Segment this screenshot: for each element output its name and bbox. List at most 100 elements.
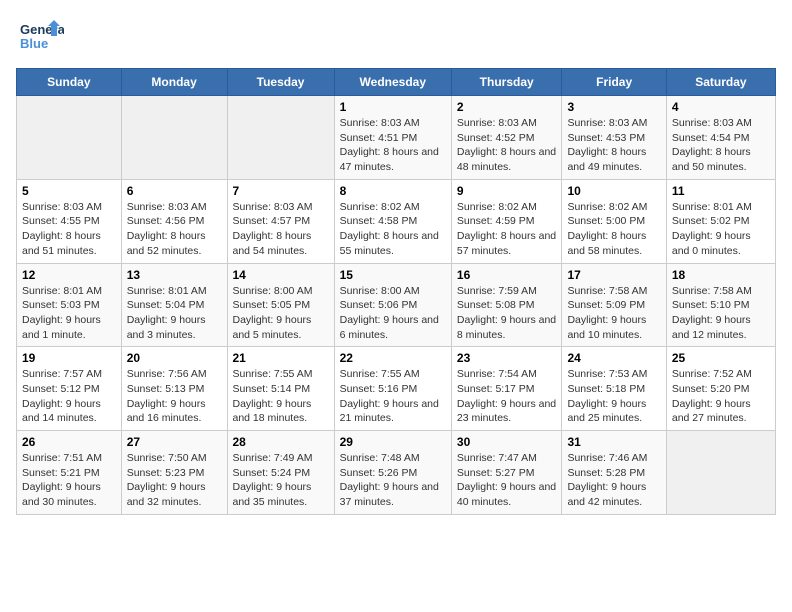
- day-info: Sunrise: 8:00 AMSunset: 5:05 PMDaylight:…: [233, 284, 329, 343]
- calendar-cell: 18 Sunrise: 7:58 AMSunset: 5:10 PMDayligh…: [666, 263, 775, 347]
- logo-inner: General Blue: [16, 16, 64, 56]
- day-header-monday: Monday: [121, 69, 227, 96]
- calendar-cell: 28Sunrise: 7:49 AMSunset: 5:24 PMDayligh…: [227, 431, 334, 515]
- day-header-wednesday: Wednesday: [334, 69, 451, 96]
- calendar-cell: [121, 96, 227, 180]
- day-info: Sunrise: 7:56 AMSunset: 5:13 PMDaylight:…: [127, 367, 222, 426]
- day-info: Sunrise: 8:01 AMSunset: 5:02 PMDaylight:…: [672, 200, 770, 259]
- calendar-cell: 20 Sunrise: 7:56 AMSunset: 5:13 PMDayligh…: [121, 347, 227, 431]
- week-row-0: 1 Sunrise: 8:03 AMSunset: 4:51 PMDaylight…: [17, 96, 776, 180]
- day-header-row: SundayMondayTuesdayWednesdayThursdayFrid…: [17, 69, 776, 96]
- week-row-2: 12 Sunrise: 8:01 AMSunset: 5:03 PMDayligh…: [17, 263, 776, 347]
- day-info: Sunrise: 8:00 AMSunset: 5:06 PMDaylight:…: [340, 284, 446, 343]
- day-number: 11: [672, 184, 770, 198]
- day-number: 25: [672, 351, 770, 365]
- calendar-header: SundayMondayTuesdayWednesdayThursdayFrid…: [17, 69, 776, 96]
- calendar-cell: 10 Sunrise: 8:02 AMSunset: 5:00 PMDayligh…: [562, 179, 666, 263]
- calendar-body: 1 Sunrise: 8:03 AMSunset: 4:51 PMDaylight…: [17, 96, 776, 515]
- day-info: Sunrise: 7:58 AMSunset: 5:09 PMDaylight:…: [567, 284, 660, 343]
- svg-text:Blue: Blue: [20, 36, 48, 51]
- day-number: 9: [457, 184, 557, 198]
- calendar-cell: 17 Sunrise: 7:58 AMSunset: 5:09 PMDayligh…: [562, 263, 666, 347]
- day-number: 13: [127, 268, 222, 282]
- day-number: 24: [567, 351, 660, 365]
- day-number: 29: [340, 435, 446, 449]
- calendar-cell: 29 Sunrise: 7:48 AMSunset: 5:26 PMDayligh…: [334, 431, 451, 515]
- calendar-cell: 8Sunrise: 8:02 AMSunset: 4:58 PMDaylight…: [334, 179, 451, 263]
- day-header-saturday: Saturday: [666, 69, 775, 96]
- day-info: Sunrise: 7:54 AMSunset: 5:17 PMDaylight:…: [457, 367, 557, 426]
- calendar-cell: 26 Sunrise: 7:51 AMSunset: 5:21 PMDayligh…: [17, 431, 122, 515]
- day-number: 15: [340, 268, 446, 282]
- calendar-cell: 25 Sunrise: 7:52 AMSunset: 5:20 PMDayligh…: [666, 347, 775, 431]
- day-info: Sunrise: 7:50 AMSunset: 5:23 PMDaylight:…: [127, 451, 222, 510]
- calendar-table: SundayMondayTuesdayWednesdayThursdayFrid…: [16, 68, 776, 515]
- calendar-cell: 15 Sunrise: 8:00 AMSunset: 5:06 PMDayligh…: [334, 263, 451, 347]
- day-number: 16: [457, 268, 557, 282]
- day-number: 20: [127, 351, 222, 365]
- week-row-4: 26 Sunrise: 7:51 AMSunset: 5:21 PMDayligh…: [17, 431, 776, 515]
- day-number: 18: [672, 268, 770, 282]
- calendar-cell: 30Sunrise: 7:47 AMSunset: 5:27 PMDayligh…: [451, 431, 562, 515]
- day-info: Sunrise: 7:57 AMSunset: 5:12 PMDaylight:…: [22, 367, 116, 426]
- day-info: Sunrise: 7:52 AMSunset: 5:20 PMDaylight:…: [672, 367, 770, 426]
- calendar-cell: 13 Sunrise: 8:01 AMSunset: 5:04 PMDayligh…: [121, 263, 227, 347]
- day-header-sunday: Sunday: [17, 69, 122, 96]
- logo-svg: General Blue: [16, 16, 64, 56]
- day-number: 12: [22, 268, 116, 282]
- day-info: Sunrise: 8:03 AMSunset: 4:56 PMDaylight:…: [127, 200, 222, 259]
- day-number: 17: [567, 268, 660, 282]
- day-number: 10: [567, 184, 660, 198]
- day-info: Sunrise: 7:51 AMSunset: 5:21 PMDaylight:…: [22, 451, 116, 510]
- calendar-cell: 16Sunrise: 7:59 AMSunset: 5:08 PMDayligh…: [451, 263, 562, 347]
- day-info: Sunrise: 8:03 AMSunset: 4:57 PMDaylight:…: [233, 200, 329, 259]
- day-info: Sunrise: 7:49 AMSunset: 5:24 PMDaylight:…: [233, 451, 329, 510]
- day-info: Sunrise: 8:02 AMSunset: 5:00 PMDaylight:…: [567, 200, 660, 259]
- calendar-cell: 2 Sunrise: 8:03 AMSunset: 4:52 PMDaylight…: [451, 96, 562, 180]
- day-number: 26: [22, 435, 116, 449]
- calendar-cell: 24Sunrise: 7:53 AMSunset: 5:18 PMDayligh…: [562, 347, 666, 431]
- day-info: Sunrise: 7:47 AMSunset: 5:27 PMDaylight:…: [457, 451, 557, 510]
- header: General Blue: [16, 16, 776, 56]
- calendar-cell: 12 Sunrise: 8:01 AMSunset: 5:03 PMDayligh…: [17, 263, 122, 347]
- day-info: Sunrise: 7:55 AMSunset: 5:16 PMDaylight:…: [340, 367, 446, 426]
- day-number: 27: [127, 435, 222, 449]
- logo: General Blue: [16, 16, 64, 56]
- day-info: Sunrise: 8:03 AMSunset: 4:52 PMDaylight:…: [457, 116, 557, 175]
- day-header-thursday: Thursday: [451, 69, 562, 96]
- calendar-cell: [227, 96, 334, 180]
- calendar-cell: 19Sunrise: 7:57 AMSunset: 5:12 PMDayligh…: [17, 347, 122, 431]
- day-info: Sunrise: 8:02 AMSunset: 4:59 PMDaylight:…: [457, 200, 557, 259]
- day-number: 8: [340, 184, 446, 198]
- day-info: Sunrise: 8:03 AMSunset: 4:55 PMDaylight:…: [22, 200, 116, 259]
- calendar-cell: 3Sunrise: 8:03 AMSunset: 4:53 PMDaylight…: [562, 96, 666, 180]
- calendar-cell: 21 Sunrise: 7:55 AMSunset: 5:14 PMDayligh…: [227, 347, 334, 431]
- day-info: Sunrise: 8:03 AMSunset: 4:54 PMDaylight:…: [672, 116, 770, 175]
- day-number: 31: [567, 435, 660, 449]
- day-info: Sunrise: 8:03 AMSunset: 4:53 PMDaylight:…: [567, 116, 660, 175]
- day-info: Sunrise: 8:01 AMSunset: 5:04 PMDaylight:…: [127, 284, 222, 343]
- day-info: Sunrise: 7:48 AMSunset: 5:26 PMDaylight:…: [340, 451, 446, 510]
- day-header-tuesday: Tuesday: [227, 69, 334, 96]
- calendar-cell: 9 Sunrise: 8:02 AMSunset: 4:59 PMDaylight…: [451, 179, 562, 263]
- day-info: Sunrise: 7:46 AMSunset: 5:28 PMDaylight:…: [567, 451, 660, 510]
- calendar-cell: 27 Sunrise: 7:50 AMSunset: 5:23 PMDayligh…: [121, 431, 227, 515]
- week-row-1: 5Sunrise: 8:03 AMSunset: 4:55 PMDaylight…: [17, 179, 776, 263]
- calendar-cell: 23Sunrise: 7:54 AMSunset: 5:17 PMDayligh…: [451, 347, 562, 431]
- day-info: Sunrise: 8:03 AMSunset: 4:51 PMDaylight:…: [340, 116, 446, 175]
- day-number: 2: [457, 100, 557, 114]
- day-number: 22: [340, 351, 446, 365]
- calendar-cell: 14 Sunrise: 8:00 AMSunset: 5:05 PMDayligh…: [227, 263, 334, 347]
- day-info: Sunrise: 7:58 AMSunset: 5:10 PMDaylight:…: [672, 284, 770, 343]
- calendar-cell: [666, 431, 775, 515]
- day-number: 14: [233, 268, 329, 282]
- day-number: 1: [340, 100, 446, 114]
- calendar-cell: 6Sunrise: 8:03 AMSunset: 4:56 PMDaylight…: [121, 179, 227, 263]
- day-info: Sunrise: 8:01 AMSunset: 5:03 PMDaylight:…: [22, 284, 116, 343]
- day-number: 21: [233, 351, 329, 365]
- week-row-3: 19Sunrise: 7:57 AMSunset: 5:12 PMDayligh…: [17, 347, 776, 431]
- calendar-cell: 31 Sunrise: 7:46 AMSunset: 5:28 PMDayligh…: [562, 431, 666, 515]
- day-header-friday: Friday: [562, 69, 666, 96]
- calendar-cell: 11 Sunrise: 8:01 AMSunset: 5:02 PMDayligh…: [666, 179, 775, 263]
- day-info: Sunrise: 7:55 AMSunset: 5:14 PMDaylight:…: [233, 367, 329, 426]
